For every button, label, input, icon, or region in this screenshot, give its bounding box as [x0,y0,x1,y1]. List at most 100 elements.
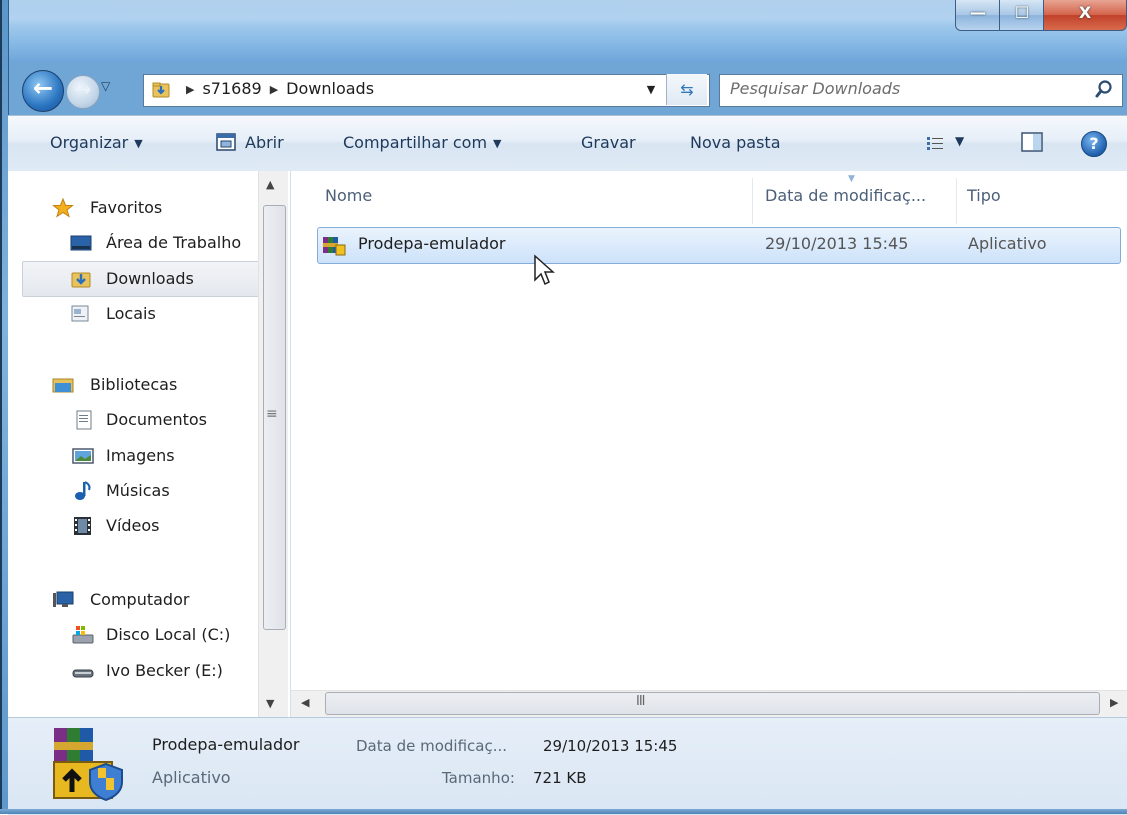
forward-button[interactable]: → [66,75,100,109]
views-dropdown-icon[interactable]: ▼ [955,134,964,148]
column-header-type[interactable]: Tipo [967,186,1001,205]
new-folder-button[interactable]: Nova pasta [690,133,781,152]
scroll-down-icon[interactable]: ▼ [266,697,274,710]
nav-item-label: Downloads [106,269,194,288]
column-header-name[interactable]: Nome [325,186,372,205]
back-arrow-icon: ← [32,74,54,102]
nav-item-recent-places[interactable]: Locais [8,297,260,331]
horizontal-scroll-thumb[interactable] [325,692,1100,715]
scroll-up-icon[interactable]: ▲ [266,178,274,191]
scroll-grip-icon: ≡ [266,406,278,422]
winrar-sfx-large-icon [53,728,123,802]
nav-item-label: Disco Local (C:) [106,625,231,644]
search-icon[interactable] [1094,79,1114,101]
organize-button[interactable]: Organizar ▼ [50,133,143,152]
close-button[interactable]: X [1043,0,1127,31]
breadcrumb-separator-icon[interactable]: ▶ [186,83,194,96]
nav-item-downloads[interactable]: Downloads [22,261,264,297]
burn-button[interactable]: Gravar [581,133,636,152]
nav-item-label: Bibliotecas [90,375,178,394]
documents-icon [76,410,92,430]
chevron-down-icon: ▼ [134,137,143,150]
file-name[interactable]: Prodepa-emulador [358,234,505,253]
column-divider[interactable] [752,178,753,224]
table-row[interactable]: Prodepa-emulador 29/10/2013 15:45 Aplica… [317,227,1121,264]
organize-label: Organizar [50,133,129,152]
videos-icon [74,517,91,535]
share-with-label: Compartilhar com [343,133,488,152]
preview-pane-icon[interactable] [1021,132,1043,152]
downloads-folder-icon [71,272,91,288]
column-divider[interactable] [956,178,957,224]
nav-item-favorites[interactable]: Favoritos [8,191,260,225]
removable-drive-icon [72,669,94,678]
winrar-sfx-icon [323,237,346,256]
mouse-cursor-icon [534,254,555,286]
nav-item-pictures[interactable]: Imagens [8,439,260,473]
search-input[interactable] [730,79,1070,98]
share-with-button: Compartilhar com ▼ [343,133,502,152]
pictures-icon [72,448,94,464]
back-button[interactable]: ← [22,70,64,112]
downloads-folder-icon [152,82,170,98]
maximize-button[interactable]: ☐ [999,0,1045,31]
nav-item-label: Computador [90,590,190,609]
breadcrumb-item-s71689[interactable]: s71689 [202,79,261,98]
nav-item-label: Favoritos [90,198,163,217]
nav-item-videos[interactable]: Vídeos [8,509,260,543]
navigation-pane: Favoritos Área de Trabalho Downloads Loc… [8,171,291,717]
details-date-label: Data de modificaç... [356,737,508,755]
chevron-down-icon: ▼ [493,137,502,150]
details-size-value: 721 KB [533,769,587,787]
desktop-icon [70,235,92,251]
nav-item-label: Documentos [106,410,208,429]
nav-item-label: Músicas [106,481,170,500]
refresh-icon: ⇆ [680,80,694,99]
nav-item-label: Vídeos [106,516,160,535]
nav-item-music[interactable]: Músicas [8,474,260,508]
details-file-name: Prodepa-emulador [152,735,300,754]
local-disk-icon [72,626,94,644]
details-size-label: Tamanho: [442,769,515,787]
breadcrumb-item-downloads[interactable]: Downloads [286,79,374,98]
nav-item-label: Locais [106,304,156,323]
close-icon: X [1078,3,1092,22]
nav-item-libraries[interactable]: Bibliotecas [8,368,260,402]
breadcrumb-separator-icon[interactable]: ▶ [270,83,278,96]
open-app-icon[interactable] [216,132,236,152]
column-header-date[interactable]: Data de modificaç... [765,186,926,205]
nav-item-label: Imagens [106,446,175,465]
libraries-icon [52,378,74,393]
breadcrumb: ▶ s71689 ▶ Downloads [178,79,374,98]
window-bottom-border [0,809,1127,814]
maximize-icon: ☐ [1014,3,1030,22]
file-list[interactable]: ▼ Nome Data de modificaç... Tipo Prodepa… [291,171,1127,717]
music-icon [75,481,91,500]
nav-item-documents[interactable]: Documentos [8,403,260,437]
open-button[interactable]: Abrir [245,133,284,152]
nav-item-desktop[interactable]: Área de Trabalho [8,226,260,260]
window-outer-edge [0,0,2,814]
nav-item-removable-drive[interactable]: Ivo Becker (E:) [8,654,260,688]
refresh-button[interactable]: ⇆ [666,74,707,105]
help-icon[interactable]: ? [1081,131,1107,157]
scroll-left-icon[interactable]: ◀ [301,696,309,709]
scroll-grip-icon: III [636,694,645,709]
minimize-button[interactable]: — [955,0,1001,31]
command-bar: Organizar ▼ Abrir Compartilhar com ▼ Grava… [8,115,1127,172]
forward-arrow-icon: → [74,77,92,101]
recent-pages-dropdown[interactable]: ▽ [101,79,117,99]
nav-item-label: Ivo Becker (E:) [106,661,223,680]
search-box[interactable] [719,74,1123,107]
details-date-value: 29/10/2013 15:45 [543,737,678,755]
recent-places-icon [71,305,89,322]
address-bar[interactable]: ▶ s71689 ▶ Downloads [143,74,710,107]
scroll-right-icon[interactable]: ▶ [1110,696,1118,709]
nav-item-computer[interactable]: Computador [8,583,260,617]
file-date: 29/10/2013 15:45 [765,234,909,253]
nav-item-local-disk[interactable]: Disco Local (C:) [8,618,260,652]
view-options-icon[interactable] [926,135,944,151]
file-type: Aplicativo [968,234,1047,253]
address-history-dropdown[interactable]: ▼ [642,74,660,105]
details-file-type: Aplicativo [152,768,231,787]
